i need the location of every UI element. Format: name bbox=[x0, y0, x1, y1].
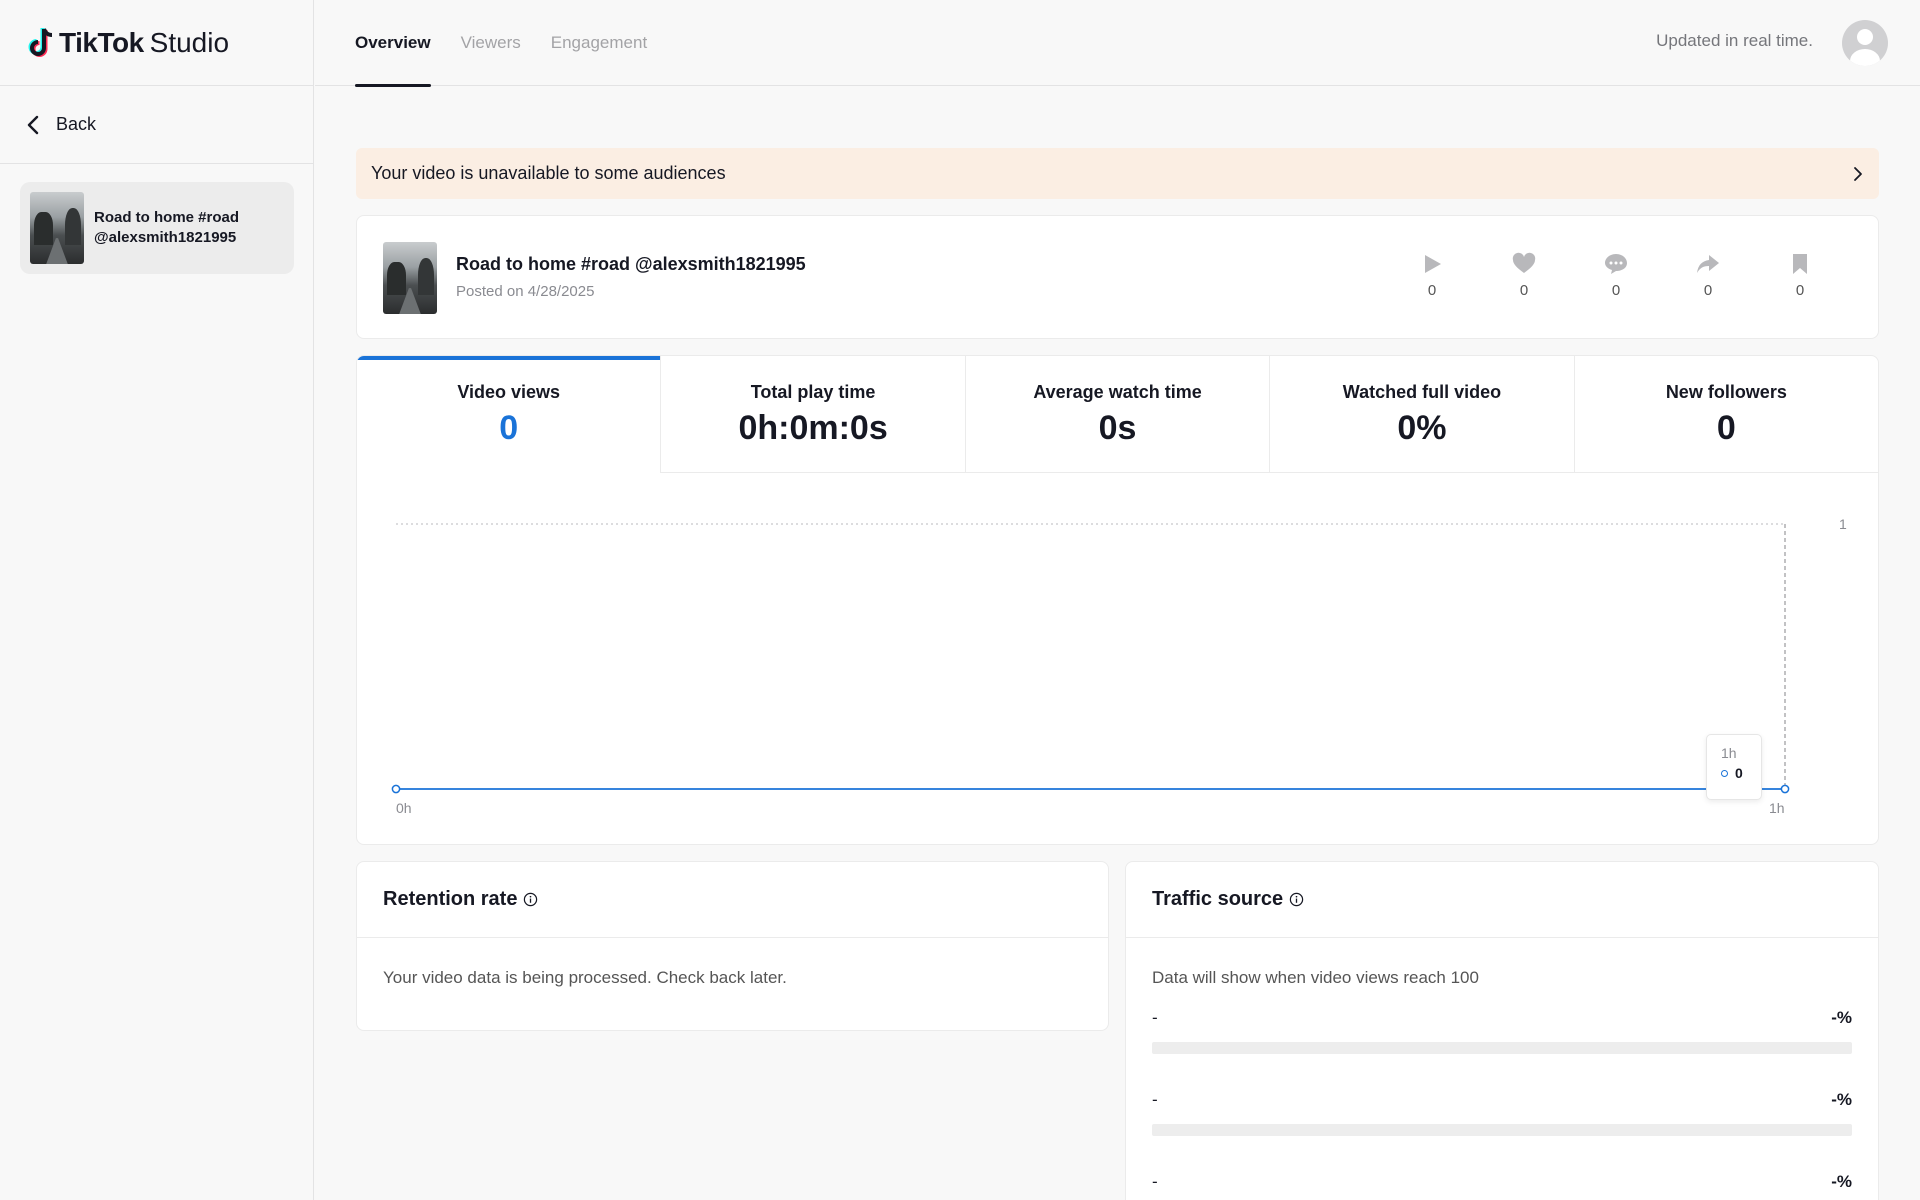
info-icon[interactable] bbox=[523, 892, 538, 907]
metric-saves: 0 bbox=[1754, 252, 1846, 299]
play-icon bbox=[1425, 255, 1441, 273]
chevron-right-icon bbox=[1854, 166, 1862, 181]
tooltip-series-marker bbox=[1721, 769, 1728, 777]
video-thumbnail bbox=[383, 242, 437, 314]
stat-tabs: Video views 0 Total play time 0h:0m:0s A… bbox=[357, 356, 1878, 473]
metric-plays: 0 bbox=[1386, 252, 1478, 299]
metric-shares: 0 bbox=[1662, 252, 1754, 299]
metric-value: 0 bbox=[1795, 282, 1805, 299]
metric-likes: 0 bbox=[1478, 252, 1570, 299]
stat-label: Video views bbox=[457, 382, 561, 402]
tab-engagement[interactable]: Engagement bbox=[551, 0, 647, 86]
stat-label: Total play time bbox=[750, 382, 876, 402]
back-label: Back bbox=[56, 114, 97, 134]
metric-value: 0 bbox=[1427, 282, 1437, 299]
brand-name: TikTok bbox=[59, 26, 144, 58]
traffic-body: Data will show when video views reach 10… bbox=[1126, 938, 1878, 1200]
views-line-chart[interactable]: 1 0h 1h bbox=[357, 474, 1879, 845]
traffic-source-pct: -% bbox=[1831, 1008, 1852, 1027]
traffic-bar bbox=[1152, 1042, 1852, 1054]
stat-value: 0s bbox=[1098, 409, 1137, 447]
traffic-row: - -% bbox=[1152, 1090, 1852, 1136]
traffic-header: Traffic source bbox=[1126, 862, 1878, 938]
stat-watched-full-video[interactable]: Watched full video 0% bbox=[1269, 356, 1574, 473]
video-thumbnail bbox=[30, 192, 84, 264]
traffic-row: - -% bbox=[1152, 1172, 1852, 1200]
retention-header: Retention rate bbox=[357, 862, 1108, 938]
stat-average-watch-time[interactable]: Average watch time 0s bbox=[964, 356, 1270, 473]
comment-icon bbox=[1605, 254, 1627, 274]
traffic-source-name: - bbox=[1152, 1008, 1158, 1027]
bookmark-icon bbox=[1793, 254, 1807, 274]
stat-label: Average watch time bbox=[1033, 382, 1202, 402]
metric-value: 0 bbox=[1519, 282, 1529, 299]
traffic-source-name: - bbox=[1152, 1172, 1158, 1191]
video-title: Road to home #road @alexsmith1821995 bbox=[456, 254, 806, 274]
avatar[interactable] bbox=[1842, 20, 1888, 66]
analytics-tabs: Overview Viewers Engagement bbox=[355, 0, 677, 87]
metric-value: 0 bbox=[1611, 282, 1621, 299]
traffic-title: Traffic source bbox=[1152, 888, 1284, 910]
product-name: Studio bbox=[149, 26, 230, 58]
tab-viewers[interactable]: Viewers bbox=[461, 0, 521, 86]
x-tick-label: 1h bbox=[1769, 800, 1785, 816]
back-button[interactable]: Back bbox=[0, 86, 313, 164]
stat-value: 0h:0m:0s bbox=[738, 409, 888, 447]
selected-video-title: Road to home #road @alexsmith1821995 bbox=[94, 209, 240, 246]
traffic-source-pct: -% bbox=[1831, 1172, 1852, 1191]
availability-banner[interactable]: Your video is unavailable to some audien… bbox=[356, 148, 1879, 199]
stat-label: New followers bbox=[1665, 382, 1787, 402]
top-header: Overview Viewers Engagement Updated in r… bbox=[315, 0, 1920, 87]
banner-text: Your video is unavailable to some audien… bbox=[371, 163, 726, 183]
traffic-source-pct: -% bbox=[1831, 1090, 1852, 1109]
tooltip-value: 0 bbox=[1735, 765, 1743, 781]
tab-overview[interactable]: Overview bbox=[355, 0, 431, 87]
engagement-metrics: 0 0 0 0 0 bbox=[1386, 252, 1846, 299]
chevron-left-icon bbox=[27, 115, 39, 134]
traffic-source-card: Traffic source Data will show when video… bbox=[1125, 861, 1879, 1200]
stat-new-followers[interactable]: New followers 0 bbox=[1573, 356, 1878, 473]
tiktok-note-icon bbox=[28, 27, 53, 57]
traffic-bar bbox=[1152, 1124, 1852, 1136]
video-info-card: Road to home #road @alexsmith1821995 Pos… bbox=[356, 215, 1879, 339]
info-icon[interactable] bbox=[1289, 892, 1304, 907]
traffic-message: Data will show when video views reach 10… bbox=[1152, 968, 1479, 987]
stat-label: Watched full video bbox=[1342, 382, 1502, 402]
tiktok-studio-logo[interactable]: TikTok Studio bbox=[0, 0, 313, 86]
metric-value: 0 bbox=[1703, 282, 1713, 299]
stat-total-play-time[interactable]: Total play time 0h:0m:0s bbox=[660, 356, 965, 473]
traffic-source-name: - bbox=[1152, 1090, 1158, 1109]
updated-status: Updated in real time. bbox=[1656, 31, 1813, 50]
metric-comments: 0 bbox=[1570, 252, 1662, 299]
stat-value: 0 bbox=[1716, 409, 1736, 447]
data-point bbox=[1780, 784, 1790, 794]
share-icon bbox=[1697, 255, 1719, 273]
retention-card: Retention rate Your video data is being … bbox=[356, 861, 1109, 1031]
performance-card: Video views 0 Total play time 0h:0m:0s A… bbox=[356, 355, 1879, 845]
stat-value: 0 bbox=[499, 409, 519, 447]
y-tick-label: 1 bbox=[1839, 516, 1847, 532]
sidebar: TikTok Studio Back Road to home #road @a… bbox=[0, 0, 314, 1200]
heart-icon bbox=[1512, 252, 1536, 273]
tooltip-row: 0 bbox=[1721, 765, 1761, 781]
tooltip-x: 1h bbox=[1721, 745, 1737, 761]
retention-title: Retention rate bbox=[383, 888, 518, 910]
stat-value: 0% bbox=[1397, 409, 1447, 447]
x-tick-label: 0h bbox=[396, 800, 412, 816]
chart-tooltip: 1h 0 bbox=[1706, 734, 1762, 800]
posted-date: Posted on 4/28/2025 bbox=[456, 283, 595, 300]
traffic-row: - -% bbox=[1152, 1008, 1852, 1054]
selected-video-card[interactable]: Road to home #road @alexsmith1821995 bbox=[20, 182, 294, 274]
retention-message: Your video data is being processed. Chec… bbox=[383, 968, 787, 987]
data-point bbox=[391, 784, 401, 794]
stat-video-views[interactable]: Video views 0 bbox=[357, 356, 661, 473]
